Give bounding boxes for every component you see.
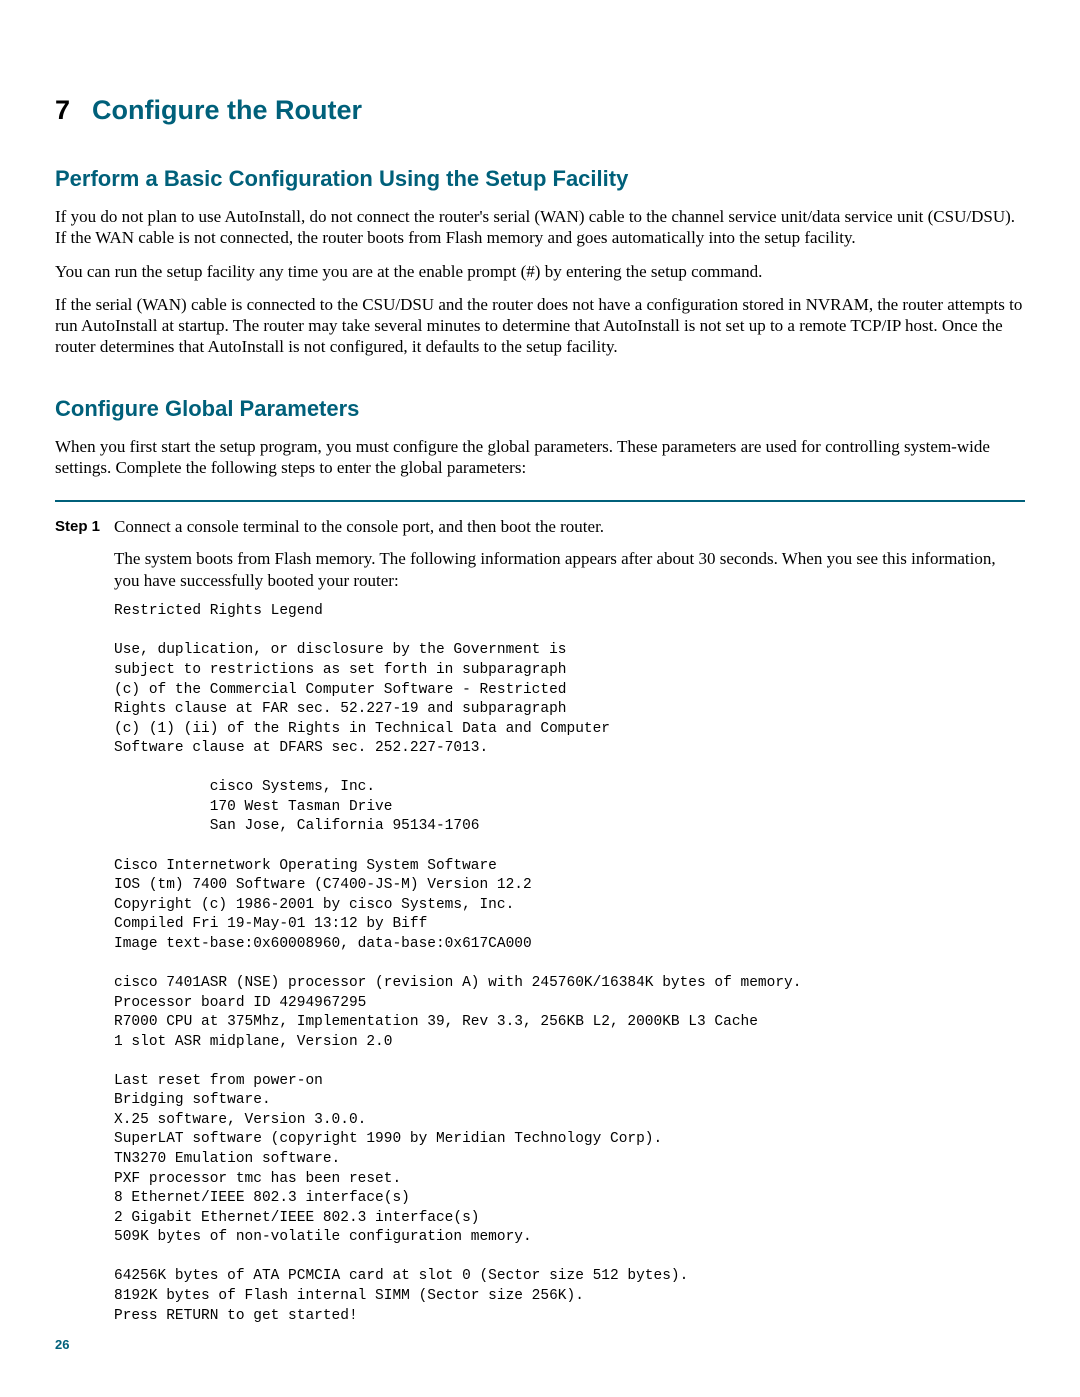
paragraph: When you first start the setup program, …: [55, 436, 1025, 479]
page-number: 26: [55, 1337, 69, 1352]
document-page: 7 Configure the Router Perform a Basic C…: [0, 0, 1080, 1397]
paragraph: If the serial (WAN) cable is connected t…: [55, 294, 1025, 358]
step-1-block: Step 1 Connect a console terminal to the…: [55, 516, 1025, 1326]
section-title-global-parameters: Configure Global Parameters: [55, 396, 1025, 422]
paragraph: If you do not plan to use AutoInstall, d…: [55, 206, 1025, 249]
section-divider: [55, 500, 1025, 502]
section-title-setup-facility: Perform a Basic Configuration Using the …: [55, 166, 1025, 192]
step-content: Connect a console terminal to the consol…: [114, 516, 1025, 1326]
step-instruction: Connect a console terminal to the consol…: [114, 516, 1025, 538]
step-description: The system boots from Flash memory. The …: [114, 548, 1025, 592]
chapter-title: Configure the Router: [92, 95, 362, 126]
step-label: Step 1: [55, 516, 100, 535]
paragraph: You can run the setup facility any time …: [55, 261, 1025, 282]
chapter-number: 7: [55, 95, 70, 126]
chapter-heading: 7 Configure the Router: [55, 95, 1025, 126]
console-output: Restricted Rights Legend Use, duplicatio…: [114, 602, 1025, 1326]
